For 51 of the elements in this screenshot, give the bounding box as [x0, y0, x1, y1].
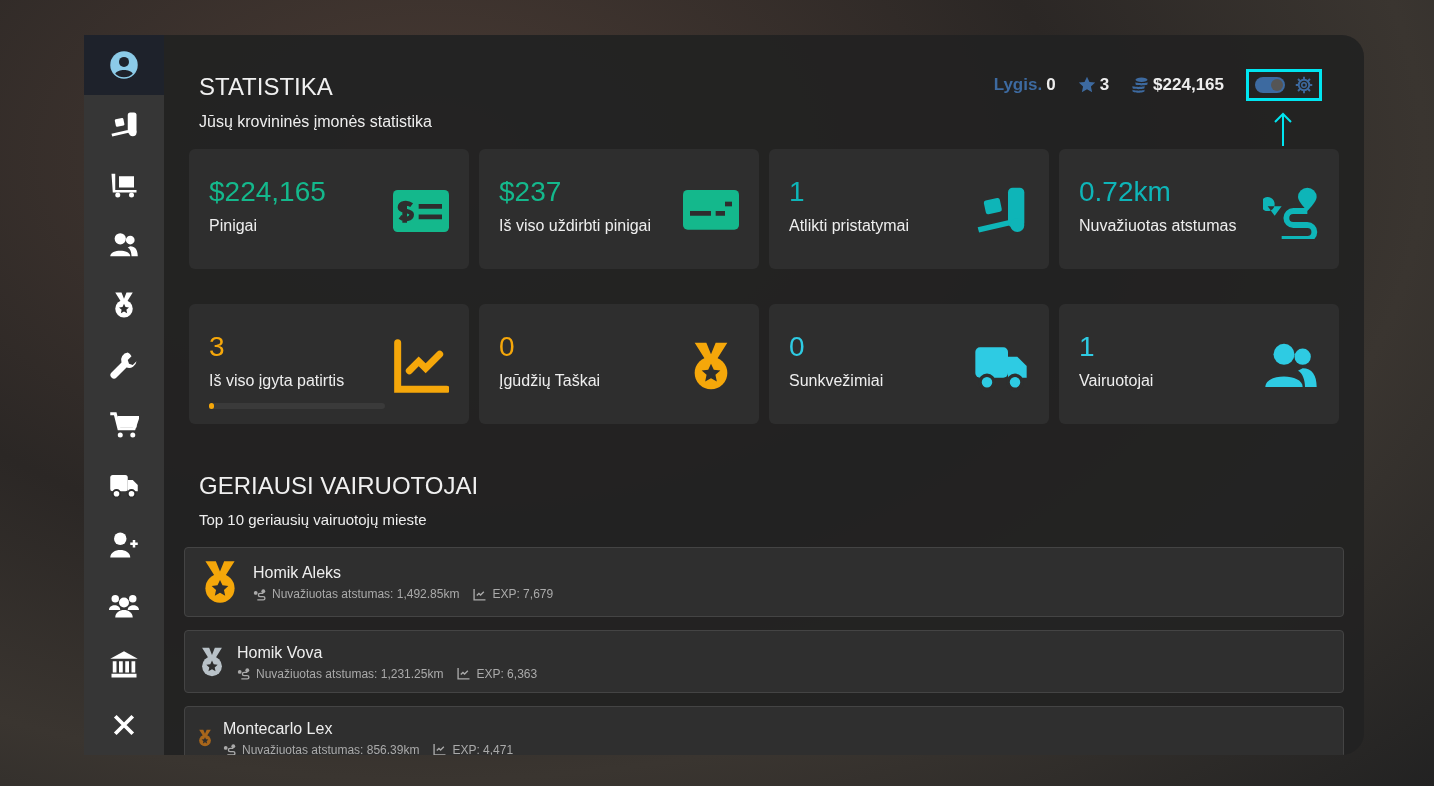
chart-icon: [433, 743, 447, 755]
driver-distance: Nuvažiuotas atstumas: 1,231.25km: [256, 665, 444, 683]
stat-label: Iš viso uždirbti pinigai: [499, 216, 653, 237]
stat-label: Sunkvežimiai: [789, 371, 885, 392]
stat-label: Įgūdžių Taškai: [499, 371, 602, 392]
add-user-icon: [109, 530, 139, 560]
sidebar-item[interactable]: [84, 35, 164, 95]
money-total: $224,165: [1153, 74, 1224, 97]
chart-icon: [473, 587, 487, 601]
stat-value: 3: [209, 329, 226, 364]
driver-exp: EXP: 7,679: [492, 586, 554, 604]
stat-value: 0.72km: [1079, 174, 1172, 209]
star-icon: [1077, 76, 1096, 94]
level-label: Lygis.: [993, 74, 1043, 97]
chart-icon: [393, 337, 449, 394]
stars-value: 3: [1099, 74, 1110, 97]
driver-name: Montecarlo Lex: [223, 718, 334, 739]
stat-value: $224,165: [209, 174, 327, 209]
wrench-icon: [109, 350, 139, 380]
stat-value: 1: [1079, 329, 1096, 364]
stat-label: Iš viso įgyta patirtis: [209, 371, 346, 392]
section-subtitle: Top 10 geriausių vairuotojų mieste: [199, 509, 428, 530]
theme-toggle[interactable]: [1255, 77, 1285, 93]
driver-exp: EXP: 4,471: [452, 741, 514, 755]
driver-name: Homik Vova: [237, 642, 324, 663]
user-icon: [109, 50, 139, 80]
chart-icon: [457, 667, 471, 681]
up-arrow: [1273, 112, 1293, 146]
driver-exp: EXP: 6,363: [476, 665, 538, 683]
route-icon: [223, 743, 236, 755]
stat-value: $237: [499, 174, 563, 209]
route-icon: [253, 587, 266, 601]
stat-label: Vairuotojai: [1079, 371, 1155, 392]
stat-label: Atlikti pristatymai: [789, 216, 911, 237]
level-value: 0: [1046, 74, 1056, 97]
section-title: GERIAUSI VAIRUOTOJAI: [199, 471, 480, 501]
driver-distance: Nuvažiuotas atstumas: 856.39km: [242, 741, 420, 755]
page-title: STATISTIKA: [199, 73, 334, 102]
settings-icon[interactable]: [1295, 76, 1313, 94]
route-icon: [237, 667, 250, 681]
page-subtitle: Jūsų krovininės įmonės statistika: [199, 111, 432, 132]
shopping-cart-icon: [109, 410, 139, 440]
stat-value: 0: [789, 329, 806, 364]
driver-name: Homik Aleks: [253, 563, 343, 584]
stat-value: 0: [499, 329, 516, 364]
stat-label: Pinigai: [209, 216, 259, 237]
coins-icon: [1131, 76, 1150, 94]
stat-label: Nuvažiuotas atstumas: [1079, 216, 1238, 237]
bank-icon: [109, 650, 139, 680]
driver-distance: Nuvažiuotas atstumas: 1,492.85km: [272, 586, 460, 604]
stat-value: 1: [789, 174, 806, 209]
